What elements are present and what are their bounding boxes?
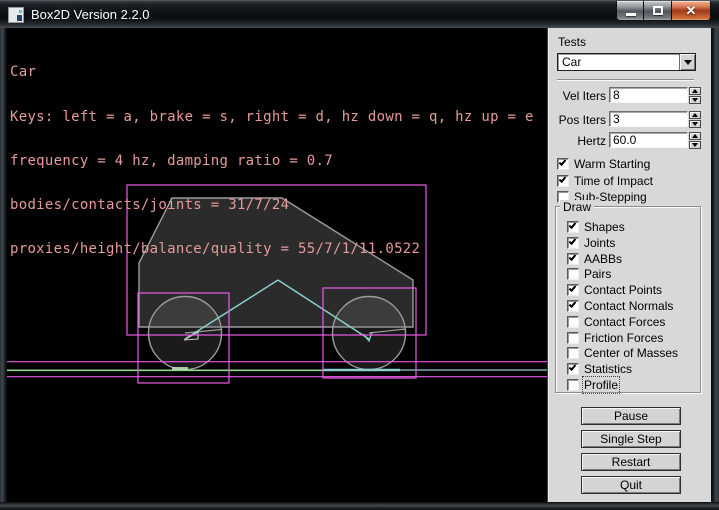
contact-forces-label: Contact Forces [584,315,665,329]
tests-combobox-value: Car [562,55,581,69]
spinner-up-button[interactable] [689,87,701,95]
minimize-button[interactable] [616,1,644,21]
restart-button[interactable]: Restart [581,453,681,471]
up-arrow-icon [692,89,698,93]
spinner-down-button[interactable] [689,96,701,104]
window-title: Box2D Version 2.2.0 [31,7,150,22]
friction-forces-label: Friction Forces [584,331,663,345]
status-line-proxies: proxies/height/balance/quality = 55/7/1/… [10,242,534,257]
tests-combobox-dropdown-button[interactable] [679,54,695,70]
shapes-checkbox[interactable] [567,221,579,233]
control-panel: Tests Car Vel Iters Pos Iters Hertz [547,28,711,502]
hertz-spinner [689,132,701,149]
aabbs-checkbox[interactable] [567,253,579,265]
draw-group-title: Draw [560,200,594,214]
separator [557,79,694,81]
statistics-checkbox[interactable] [567,363,579,375]
caption-buttons: ✕ [616,1,711,21]
tests-label: Tests [558,35,586,49]
tests-combobox[interactable]: Car [557,53,696,71]
app-window: Box2D Version 2.2.0 ✕ [0,0,719,510]
friction-forces-checkbox[interactable] [567,332,579,344]
contact-forces-checkbox[interactable] [567,316,579,328]
checkmark-icon [569,253,577,261]
contact-normals-label: Contact Normals [584,299,673,313]
close-button[interactable]: ✕ [672,1,711,21]
close-icon: ✕ [672,1,710,20]
window-frame-bottom [0,502,719,510]
pairs-checkbox[interactable] [567,268,579,280]
status-line-test-name: Car [10,65,534,80]
center-of-masses-label: Center of Masses [584,346,678,360]
single-step-button[interactable]: Single Step [581,430,681,448]
checkmark-icon [569,221,577,229]
shapes-label: Shapes [584,220,625,234]
checkmark-icon [569,300,577,308]
app-icon [8,7,24,23]
spinner-down-button[interactable] [689,141,701,149]
statistics-label: Statistics [584,362,632,376]
status-line-frequency: frequency = 4 hz, damping ratio = 0.7 [10,154,534,169]
warm-starting-checkbox[interactable] [557,158,569,170]
checkmark-icon [569,237,577,245]
titlebar[interactable]: Box2D Version 2.2.0 ✕ [0,0,719,28]
profile-label: Profile [584,378,618,392]
simulation-canvas[interactable]: Car Keys: left = a, brake = s, right = d… [7,28,547,502]
status-line-counts: bodies/contacts/joints = 31/7/24 [10,198,534,213]
spinner-up-button[interactable] [689,132,701,140]
maximize-button[interactable] [644,1,672,21]
pairs-label: Pairs [584,267,611,281]
minimize-icon [626,13,636,16]
joints-label: Joints [584,236,615,250]
window-frame-right [711,28,719,510]
center-of-masses-checkbox[interactable] [567,347,579,359]
pos-iters-spinner [689,111,701,128]
spinner-up-button[interactable] [689,111,701,119]
hertz-label: Hertz [554,134,606,148]
maximize-icon [653,6,663,15]
window-frame-left [0,28,7,510]
pos-iters-input[interactable] [609,111,688,127]
pause-button[interactable]: Pause [581,407,681,425]
contact-points-label: Contact Points [584,283,662,297]
chevron-down-icon [684,60,692,65]
vel-iters-label: Vel Iters [554,89,606,103]
aabbs-label: AABBs [584,252,622,266]
status-line-keys: Keys: left = a, brake = s, right = d, hz… [10,110,534,125]
profile-checkbox[interactable] [567,379,579,391]
warm-starting-label: Warm Starting [574,157,650,171]
quit-button[interactable]: Quit [581,476,681,494]
contact-points-checkbox[interactable] [567,284,579,296]
time-of-impact-checkbox[interactable] [557,175,569,187]
contact-normals-checkbox[interactable] [567,300,579,312]
vel-iters-spinner [689,87,701,104]
pos-iters-label: Pos Iters [554,113,606,127]
up-arrow-icon [692,113,698,117]
checkmark-icon [559,175,567,183]
spinner-down-button[interactable] [689,120,701,128]
down-arrow-icon [692,122,698,126]
checkmark-icon [569,363,577,371]
up-arrow-icon [692,134,698,138]
checkmark-icon [569,284,577,292]
vel-iters-input[interactable] [609,87,688,103]
joints-checkbox[interactable] [567,237,579,249]
contact-point-marker [172,367,188,370]
time-of-impact-label: Time of Impact [574,174,653,188]
down-arrow-icon [692,98,698,102]
checkmark-icon [559,158,567,166]
status-text-block: Car Keys: left = a, brake = s, right = d… [10,36,534,286]
down-arrow-icon [692,143,698,147]
hertz-input[interactable] [609,132,688,148]
